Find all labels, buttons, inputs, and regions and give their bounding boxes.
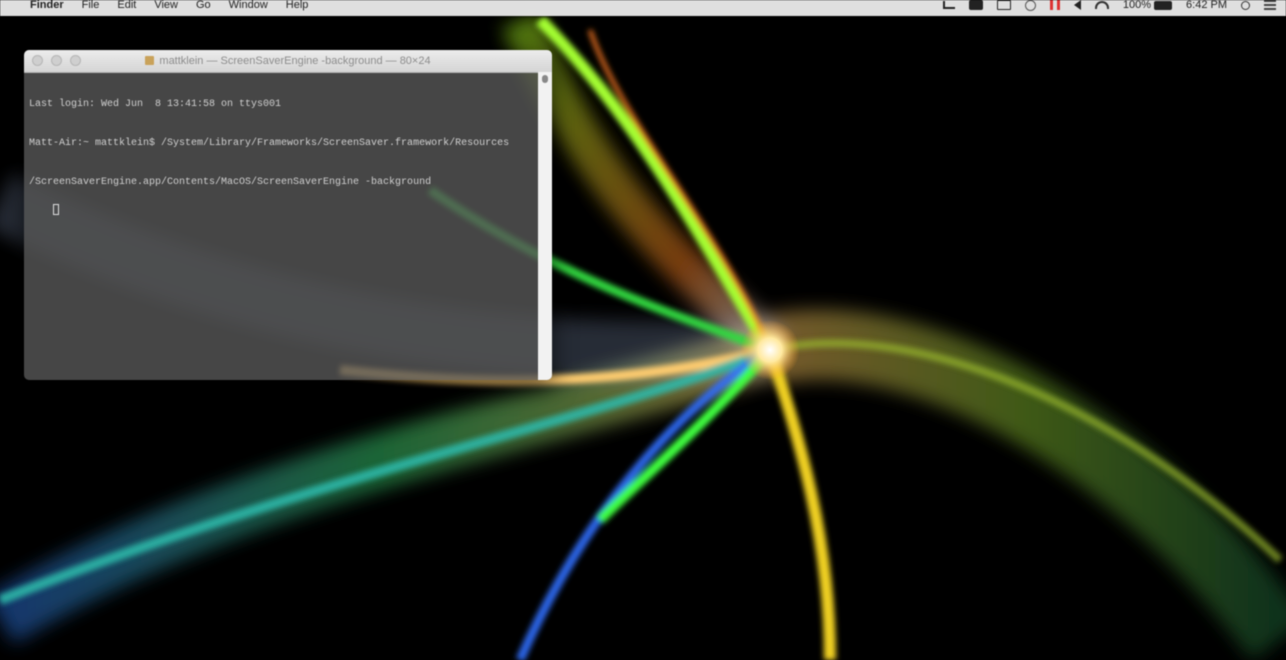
terminal-line: Last login: Wed Jun 8 13:41:58 on ttys00… [29, 99, 282, 110]
cast-icon[interactable] [942, 1, 955, 9]
menu-help[interactable]: Help [286, 0, 309, 13]
spotlight-icon[interactable] [1241, 0, 1250, 10]
menu-window[interactable]: Window [229, 0, 268, 13]
terminal-line: Matt-Air:~ mattklein$ /System/Library/Fr… [29, 138, 510, 149]
volume-icon[interactable] [1073, 0, 1081, 10]
wifi-icon[interactable] [1094, 1, 1109, 9]
display-icon[interactable] [968, 0, 983, 10]
menu-go[interactable]: Go [196, 0, 211, 13]
menu-edit[interactable]: Edit [117, 0, 136, 13]
terminal-cursor [53, 204, 60, 215]
home-folder-icon [145, 56, 155, 65]
battery-icon[interactable] [1154, 0, 1173, 10]
terminal-titlebar[interactable]: mattklein — ScreenSaverEngine -backgroun… [24, 50, 552, 73]
time-machine-icon[interactable] [1024, 0, 1036, 11]
terminal-scrollbar[interactable] [538, 72, 552, 380]
terminal-output[interactable]: Last login: Wed Jun 8 13:41:58 on ttys00… [29, 72, 536, 380]
battery-percent: 100% [1122, 0, 1152, 11]
clock[interactable]: 6:42 PM [1186, 0, 1227, 13]
terminal-window: mattklein — ScreenSaverEngine -backgroun… [24, 50, 552, 380]
pause-icon[interactable] [1049, 0, 1060, 10]
menu-finder[interactable]: Finder [30, 0, 64, 13]
notification-center-icon[interactable] [1264, 0, 1276, 10]
menu-file[interactable]: File [82, 0, 100, 13]
dropbox-icon[interactable] [996, 0, 1011, 10]
window-title: mattklein — ScreenSaverEngine -backgroun… [24, 50, 552, 72]
menu-bar: Finder File Edit View Go Window Help 100… [0, 0, 1286, 16]
menu-view[interactable]: View [154, 0, 178, 13]
terminal-line: /ScreenSaverEngine.app/Contents/MacOS/Sc… [29, 177, 432, 188]
scrollbar-thumb[interactable] [542, 75, 548, 83]
